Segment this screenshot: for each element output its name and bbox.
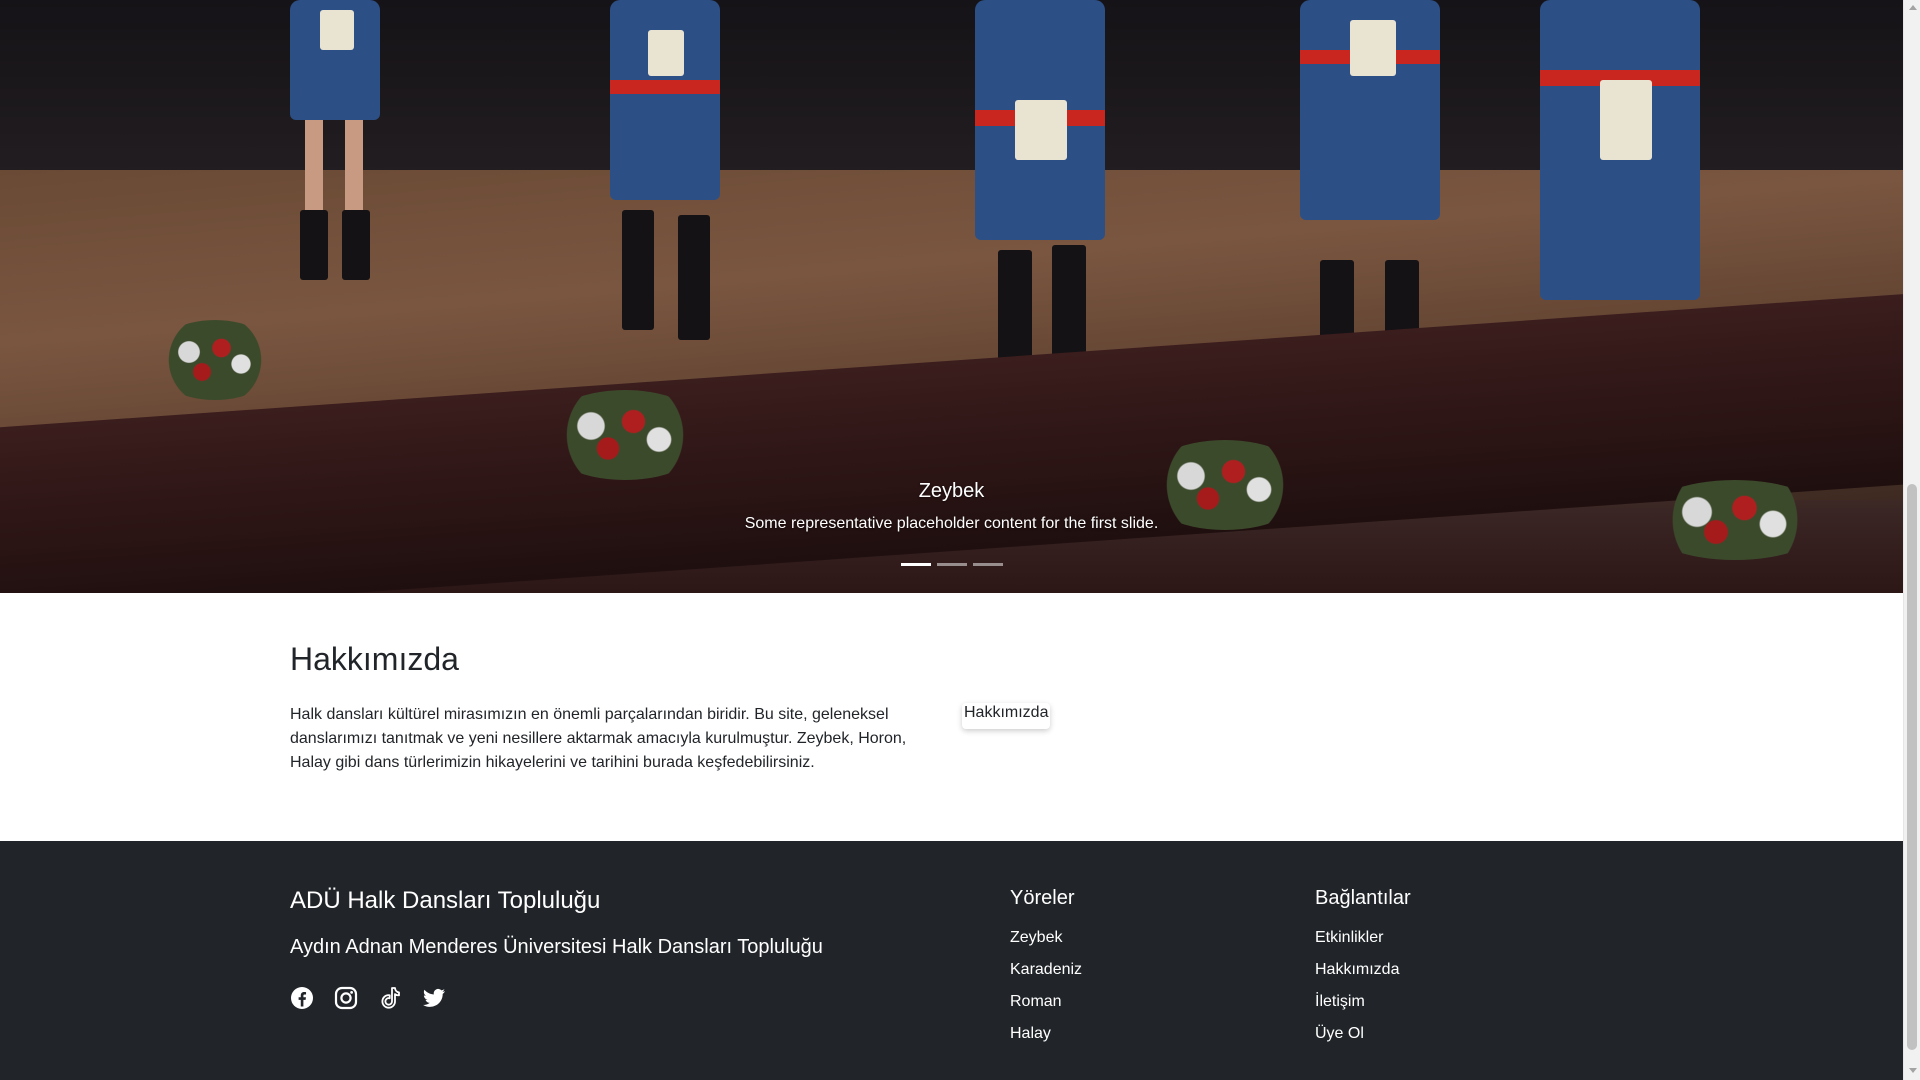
list-item: Üye Ol	[1315, 1024, 1411, 1044]
instagram-icon[interactable]	[334, 986, 358, 1010]
about-heading: Hakkımızda	[290, 641, 459, 677]
page-scrollbar[interactable]	[1903, 0, 1920, 1080]
footer-link-zeybek[interactable]: Zeybek	[1010, 929, 1062, 946]
carousel-image-dancer	[280, 0, 390, 300]
hero-carousel: Zeybek Some representative placeholder c…	[0, 0, 1903, 593]
about-paragraph: Halk dansları kültürel mirasımızın en ön…	[290, 706, 907, 771]
carousel-image-dancer	[600, 0, 730, 360]
footer-tagline: Aydın Adnan Menderes Üniversitesi Halk D…	[290, 936, 823, 958]
about-image-alt: Hakkımızda	[964, 704, 1049, 721]
carousel-image-flowers	[150, 320, 280, 400]
footer-link-roman[interactable]: Roman	[1010, 993, 1062, 1010]
footer-link-iletisim[interactable]: İletişim	[1315, 993, 1365, 1010]
carousel-indicator-3[interactable]	[972, 563, 1003, 566]
footer-links-heading: Bağlantılar	[1315, 887, 1411, 909]
list-item: Roman	[1010, 992, 1082, 1012]
carousel-slide-title: Zeybek	[918, 480, 985, 502]
footer-link-hakkimizda[interactable]: Hakkımızda	[1315, 961, 1399, 978]
twitter-icon[interactable]	[422, 986, 446, 1010]
footer-links-column: Bağlantılar Etkinlikler Hakkımızda İleti…	[1315, 887, 1411, 1056]
scroll-up-arrow-icon[interactable]	[1904, 0, 1920, 17]
social-links	[290, 986, 446, 1010]
footer-regions-column: Yöreler Zeybek Karadeniz Roman Halay	[1010, 887, 1082, 1056]
list-item: İletişim	[1315, 992, 1411, 1012]
carousel-image-flowers	[540, 390, 710, 480]
footer: ADÜ Halk Dansları Topluluğu Aydın Adnan …	[0, 841, 1903, 1080]
carousel-slide-text: Some representative placeholder content …	[744, 515, 1159, 532]
footer-links-list: Etkinlikler Hakkımızda İletişim Üye Ol	[1315, 928, 1411, 1044]
carousel-indicator-1[interactable]	[900, 563, 931, 566]
tiktok-icon[interactable]	[378, 986, 402, 1010]
footer-link-etkinlikler[interactable]: Etkinlikler	[1315, 929, 1383, 946]
scrollbar-thumb[interactable]	[1907, 484, 1917, 1050]
scroll-down-arrow-icon[interactable]	[1904, 1063, 1920, 1080]
carousel-indicators	[0, 563, 1903, 566]
list-item: Halay	[1010, 1024, 1082, 1044]
facebook-icon[interactable]	[290, 986, 314, 1010]
list-item: Zeybek	[1010, 928, 1082, 948]
about-image: Hakkımızda	[962, 703, 1051, 729]
carousel-image-dancer	[1290, 0, 1450, 380]
footer-regions-heading: Yöreler	[1010, 887, 1075, 909]
list-item: Karadeniz	[1010, 960, 1082, 980]
footer-link-karadeniz[interactable]: Karadeniz	[1010, 961, 1082, 978]
about-section: Hakkımızda Halk dansları kültürel mirası…	[0, 593, 1903, 841]
footer-link-halay[interactable]: Halay	[1010, 1025, 1051, 1042]
footer-brand: ADÜ Halk Dansları Topluluğu	[290, 887, 601, 914]
footer-link-uye-ol[interactable]: Üye Ol	[1315, 1025, 1364, 1042]
page: Zeybek Some representative placeholder c…	[0, 0, 1903, 1080]
carousel-caption: Zeybek Some representative placeholder c…	[0, 480, 1903, 533]
list-item: Etkinlikler	[1315, 928, 1411, 948]
list-item: Hakkımızda	[1315, 960, 1411, 980]
carousel-indicator-2[interactable]	[936, 563, 967, 566]
footer-regions-list: Zeybek Karadeniz Roman Halay	[1010, 928, 1082, 1044]
